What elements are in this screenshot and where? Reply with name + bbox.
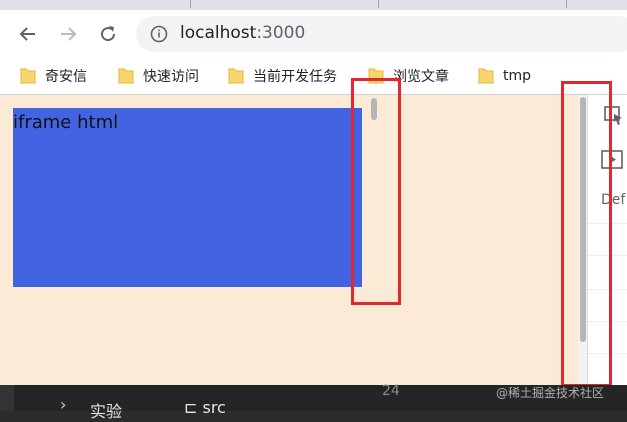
reload-icon [101, 26, 116, 42]
editor-gutter [0, 385, 14, 411]
chevron-right-icon[interactable]: › [60, 395, 66, 414]
forward-button[interactable] [55, 21, 81, 47]
tab-separator [190, 0, 191, 8]
bookmarks-bar: 奇安信 快速访问 当前开发任务 浏览文章 tmp [0, 58, 627, 95]
url-text: localhost:3000 [180, 23, 305, 43]
line-number: 24 [382, 383, 400, 399]
url-port: :3000 [256, 23, 306, 43]
address-bar[interactable]: localhost:3000 [136, 16, 627, 52]
folder-icon [228, 68, 244, 84]
forward-arrow-icon [61, 27, 77, 41]
annotation-box-page-scrollbar [561, 81, 612, 387]
bookmark-folder[interactable]: 奇安信 [20, 65, 87, 87]
reload-button[interactable] [95, 21, 121, 47]
bookmark-folder[interactable]: 当前开发任务 [228, 65, 337, 87]
browser-toolbar: localhost:3000 [0, 10, 627, 58]
bookmark-label: 浏览文章 [393, 69, 449, 85]
iframe-frame: iframe html [5, 96, 378, 380]
tab-separator [378, 0, 379, 8]
bookmark-label: tmp [503, 68, 532, 84]
page-viewport: iframe html [0, 95, 587, 385]
bookmark-folder[interactable]: tmp [478, 65, 531, 87]
browser-window: localhost:3000 奇安信 快速访问 当前开发任务 浏览文章 tmp … [0, 0, 627, 421]
tab-separator [566, 0, 567, 8]
folder-icon [20, 68, 36, 84]
bookmark-label: 快速访问 [143, 69, 199, 85]
explorer-item-src[interactable]: ⊏ src [184, 398, 226, 417]
folder-icon [478, 68, 494, 84]
explorer-item[interactable]: 实验 [90, 398, 122, 422]
site-info-icon[interactable] [150, 25, 168, 43]
iframe-content-block: iframe html [13, 108, 362, 287]
folder-icon [118, 68, 134, 84]
tab-strip [0, 0, 627, 10]
back-button[interactable] [15, 21, 41, 47]
annotation-box-iframe-scrollbar [351, 78, 401, 305]
bookmark-label: 奇安信 [45, 69, 87, 85]
bookmark-folder[interactable]: 快速访问 [118, 65, 199, 87]
editor-bottom-strip: 24 › 实验 ⊏ src @稀土掘金技术社区 [0, 383, 627, 421]
iframe-text: iframe html [13, 112, 119, 133]
url-host: localhost [180, 23, 257, 43]
watermark: @稀土掘金技术社区 [496, 386, 605, 400]
back-arrow-icon [19, 27, 35, 41]
bookmark-label: 当前开发任务 [253, 69, 337, 85]
